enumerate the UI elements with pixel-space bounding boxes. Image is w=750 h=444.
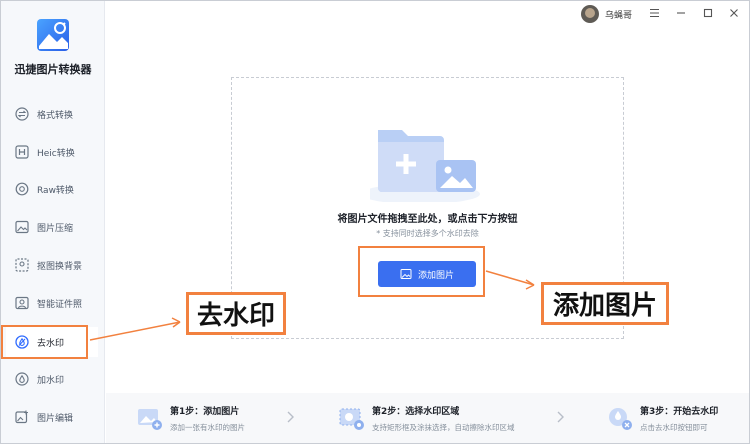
sidebar-highlight-box [1, 325, 88, 359]
annotation-remove-watermark: 去水印 [186, 292, 286, 335]
step-title: 第1步：添加图片 [170, 406, 240, 417]
sidebar-item-cutout[interactable]: 抠图换背景 [6, 250, 98, 280]
chevron-right-icon [287, 411, 294, 423]
crop-icon [14, 257, 30, 273]
step-title: 第3步：开始去水印 [640, 406, 719, 417]
sidebar-item-label: 加水印 [37, 375, 65, 386]
start-remove-step-icon [609, 408, 632, 430]
add-image-step-icon [138, 409, 162, 430]
id-photo-icon [14, 295, 30, 311]
step-desc: 支持矩形框及涂抹选择，自动擦除水印区域 [372, 422, 515, 432]
sidebar-item-label: Raw转换 [37, 185, 74, 196]
drop-hint: * 支持同时选择多个水印去除 [376, 229, 479, 238]
sidebar-item-compress[interactable]: 图片压缩 [6, 212, 98, 242]
chevron-right-icon [557, 411, 564, 423]
step-desc: 添加一张有水印的图片 [170, 422, 245, 432]
folder-image-icon [370, 130, 480, 202]
droplet-icon [14, 371, 30, 387]
steps-bar: 第1步：添加图片 添加一张有水印的图片 第2步：选择水印区域 支持矩形框及涂抹选… [106, 393, 749, 443]
step-title: 第2步：选择水印区域 [372, 406, 460, 417]
sidebar-item-raw-convert[interactable]: Raw转换 [6, 174, 98, 204]
avatar[interactable] [581, 5, 599, 23]
step-2: 第2步：选择水印区域 支持矩形框及涂抹选择，自动擦除水印区域 [338, 393, 515, 443]
minimize-icon[interactable] [673, 5, 689, 21]
swap-icon [14, 106, 30, 122]
menu-icon[interactable] [646, 5, 662, 21]
close-icon[interactable] [726, 5, 742, 21]
heic-icon [14, 144, 30, 160]
sidebar-item-heic-convert[interactable]: Heic转换 [6, 137, 98, 167]
sidebar-item-id-photo[interactable]: 智能证件照 [6, 288, 98, 318]
camera-icon [14, 181, 30, 197]
step-3: 第3步：开始去水印 点击去水印按钮即可 [606, 393, 718, 443]
app-title: 迅捷图片转换器 [14, 63, 92, 76]
username[interactable]: 乌蝇哥 [605, 8, 632, 21]
image-icon [14, 219, 30, 235]
app-logo-icon [37, 19, 69, 51]
maximize-icon[interactable] [700, 5, 716, 21]
sidebar-item-label: 格式转换 [37, 110, 74, 121]
select-area-step-icon [339, 408, 364, 430]
sidebar-item-label: 图片编辑 [37, 413, 74, 424]
annotation-add-image: 添加图片 [541, 282, 669, 325]
step-desc: 点击去水印按钮即可 [640, 422, 708, 432]
sidebar-item-format-convert[interactable]: 格式转换 [6, 99, 98, 129]
drop-instruction: 将图片文件拖拽至此处，或点击下方按钮 [337, 214, 518, 225]
add-button-highlight-box [358, 246, 485, 297]
sidebar-item-add-watermark[interactable]: 加水印 [6, 364, 98, 394]
sidebar-item-label: 抠图换背景 [37, 261, 83, 272]
edit-image-icon [14, 409, 30, 425]
sidebar-item-label: 智能证件照 [37, 299, 83, 310]
sidebar-item-label: 图片压缩 [37, 223, 74, 234]
sidebar-item-edit-image[interactable]: 图片编辑 [6, 402, 98, 432]
step-1: 第1步：添加图片 添加一张有水印的图片 [136, 393, 245, 443]
sidebar-item-label: Heic转换 [37, 148, 75, 159]
